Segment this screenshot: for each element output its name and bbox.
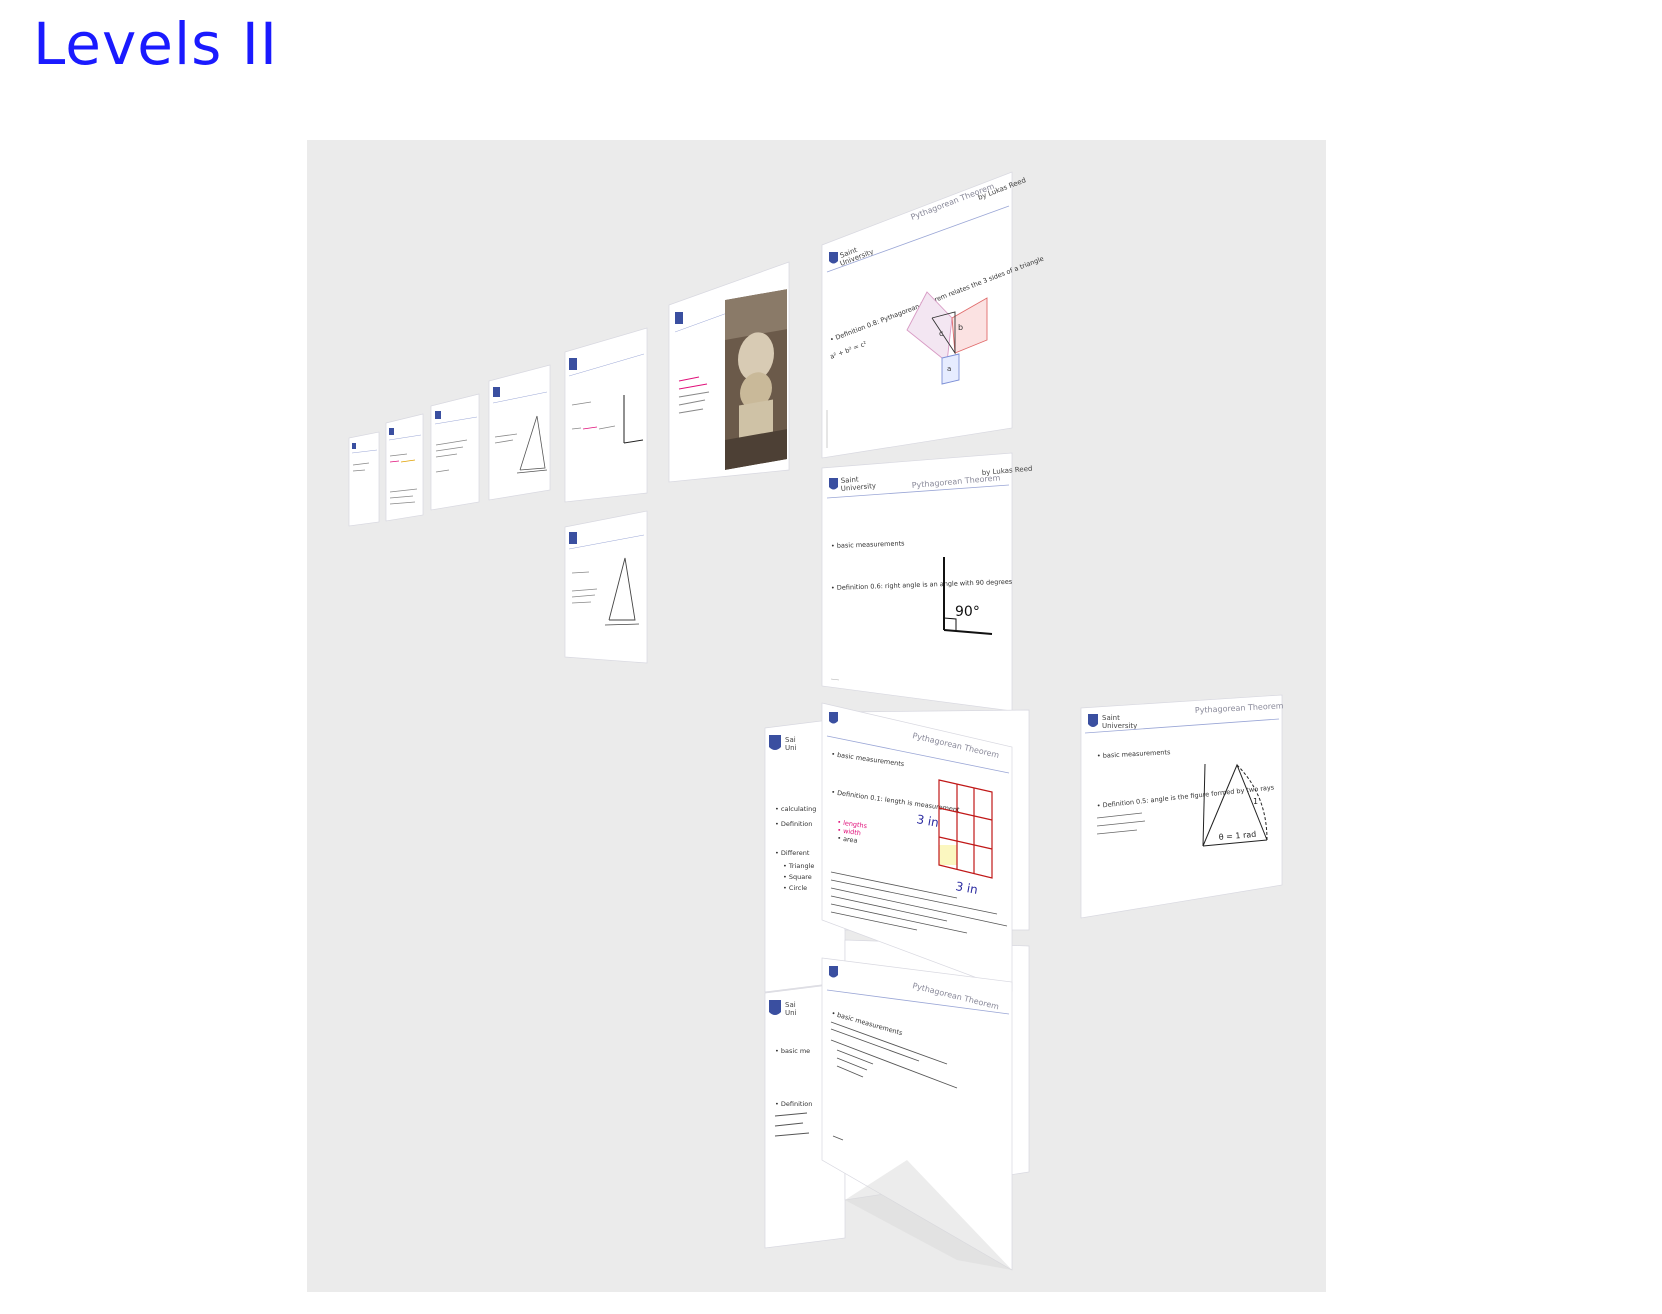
svg-text:• calculating: • calculating [775, 805, 816, 813]
svg-text:Uni: Uni [785, 744, 797, 752]
slide-thumbnail-2[interactable] [385, 413, 424, 522]
slide-line-1: • calculating [775, 805, 816, 813]
slide-line-1: • basic me [775, 1047, 810, 1055]
svg-text:• Definition: • Definition [775, 1100, 812, 1108]
slide-pythagorean-theorem[interactable]: Saint University Pythagorean Theorem by … [821, 171, 1045, 459]
svg-text:• basic me: • basic me [775, 1047, 810, 1055]
slide-line-3: • Different [775, 849, 810, 857]
list-item: • Triangle [783, 862, 814, 870]
slide-thumbnail-3[interactable] [430, 393, 480, 511]
svg-text:University: University [1102, 722, 1137, 730]
ray-label: 1 [1253, 797, 1258, 806]
list-item: • Circle [783, 884, 807, 892]
slide-angle-definition[interactable]: Saint University Pythagorean Theorem • b… [1080, 694, 1284, 919]
label-c: c [939, 329, 943, 338]
svg-text:Sai: Sai [785, 736, 796, 744]
svg-text:• Definition: • Definition [775, 820, 812, 828]
svg-text:Uni: Uni [785, 1009, 797, 1017]
slide-thumbnail-1[interactable] [348, 431, 380, 527]
slide-line-2: • Definition [775, 820, 812, 828]
label-a: a [947, 365, 951, 373]
slide-overview-canvas: Saint University Pythagorean Theorem by … [307, 140, 1326, 1292]
slide-thumbnail-4[interactable] [488, 364, 551, 501]
page-title: Levels II [33, 10, 278, 78]
slide-right-angle[interactable]: Saint University Pythagorean Theorem by … [821, 452, 1033, 712]
svg-text:Sai: Sai [785, 1001, 796, 1009]
angle-label: 90° [955, 604, 980, 620]
slide-right-angle-small[interactable] [564, 327, 648, 503]
slide-pythagoras-portrait[interactable] [668, 261, 790, 483]
svg-text:• Different: • Different [775, 849, 810, 857]
slide-line-2: • Definition [775, 1100, 812, 1108]
svg-text:Saint: Saint [1102, 714, 1120, 722]
slide-triangle-small[interactable] [564, 510, 648, 664]
label-b: b [958, 323, 963, 332]
list-item: • Square [783, 873, 812, 881]
